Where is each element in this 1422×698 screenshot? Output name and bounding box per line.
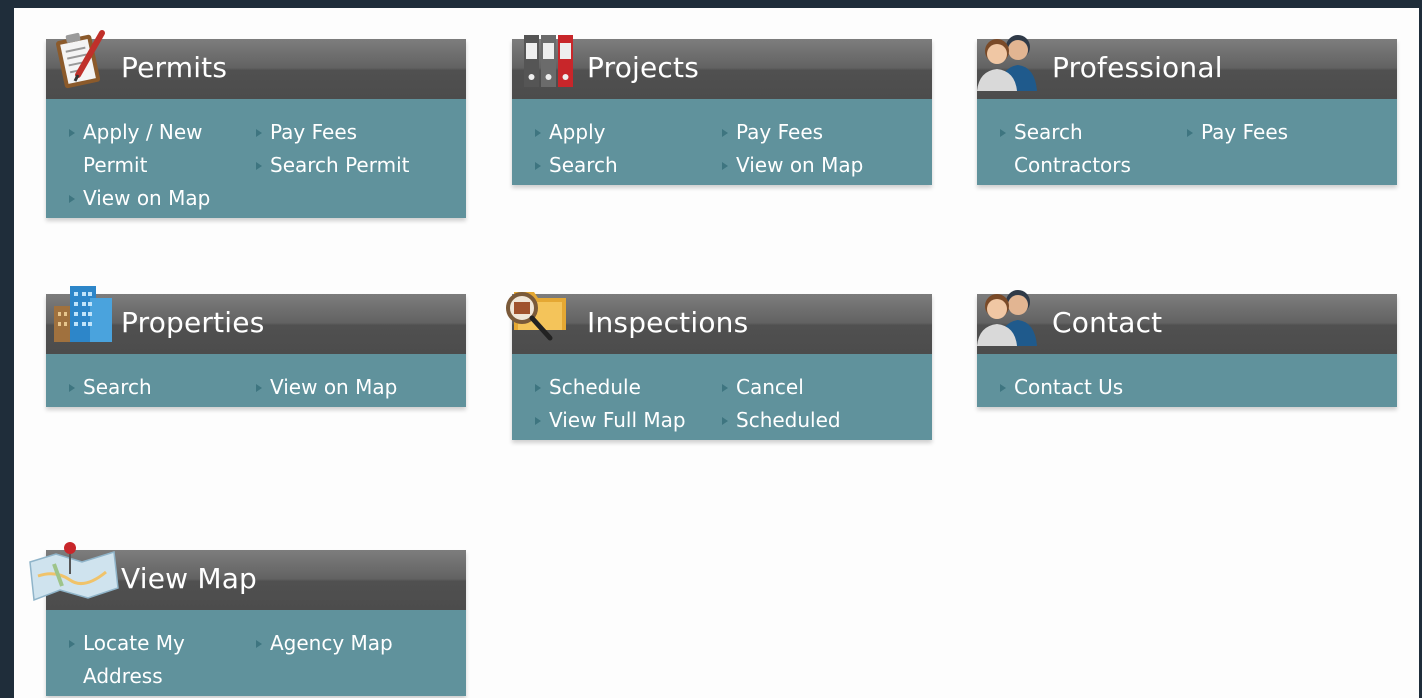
search-label: Search [549,153,618,177]
properties-links: Search View on Map [46,354,466,407]
view-on-map-label: View on Map [270,375,398,399]
projects-header: Projects [512,35,932,99]
pay-fees-label: Pay Fees [1201,120,1289,144]
view-on-map-label: View on Map [83,186,211,210]
page-content: Permits Apply / New Permit Pay Fees View… [14,8,1419,698]
binders-icon [522,33,576,95]
cancel-label: Cancel [736,375,804,399]
search-permit-label: Search Permit [270,153,410,177]
permits-card: Permits Apply / New Permit Pay Fees View… [46,30,466,218]
permits-header: Permits [46,30,466,99]
contact-us-label: Contact Us [1014,375,1124,399]
people-icon [975,284,1041,352]
inspections-card: Inspections Schedule Cancel View Full Ma… [506,292,932,440]
pay-fees-link[interactable]: Pay Fees [1186,116,1381,182]
contact-links: Contact Us [977,354,1397,407]
folder-magnifier-icon [500,284,576,352]
map-pin-icon [26,540,122,610]
apply-label: Apply [549,120,606,144]
permits-links: Apply / New Permit Pay Fees View on Map … [46,99,466,218]
scheduled-label: Scheduled [736,408,841,432]
view-full-map-link[interactable]: View Full Map [534,404,721,437]
view-full-map-label: View Full Map [549,408,686,432]
agency-map-label: Agency Map [270,631,393,655]
view-map-title: View Map [121,562,258,595]
professional-title: Professional [1052,51,1223,84]
view-on-map-link[interactable]: View on Map [68,182,255,215]
inspections-links: Schedule Cancel View Full Map Scheduled [512,354,932,440]
projects-card: Projects Apply Pay Fees Search View on M… [512,35,932,185]
locate-my-address-label: Locate My Address [83,631,185,688]
agency-map-link[interactable]: Agency Map [255,627,450,693]
professional-card: Professional Search Contractors Pay Fees [977,35,1397,185]
inspections-title: Inspections [587,306,749,339]
locate-my-address-link[interactable]: Locate My Address [68,627,255,693]
search-link[interactable]: Search [68,371,255,404]
inspections-header: Inspections [506,292,932,354]
apply-link[interactable]: Apply [534,116,721,149]
pay-fees-link[interactable]: Pay Fees [721,116,916,149]
view-on-map-link[interactable]: View on Map [255,371,450,404]
professional-header: Professional [977,35,1397,99]
view-on-map-link[interactable]: View on Map [721,149,916,182]
professional-links: Search Contractors Pay Fees [977,99,1397,185]
clipboard-icon [52,25,110,95]
apply-new-permit-label: Apply / New Permit [83,120,203,177]
contact-title: Contact [1052,306,1163,339]
projects-links: Apply Pay Fees Search View on Map [512,99,932,185]
view-map-card: View Map Locate My Address Agency Map [29,542,466,696]
properties-header: Properties [46,286,466,354]
people-icon [975,29,1041,97]
pay-fees-label: Pay Fees [736,120,824,144]
schedule-label: Schedule [549,375,641,399]
search-contractors-link[interactable]: Search Contractors [999,116,1186,182]
buildings-icon [50,282,116,348]
view-on-map-label: View on Map [736,153,864,177]
properties-title: Properties [121,306,265,339]
contact-header: Contact [977,290,1397,354]
search-permit-link[interactable]: Search Permit [255,149,450,215]
contact-us-link[interactable]: Contact Us [999,371,1186,404]
contact-card: Contact Contact Us [977,290,1397,407]
permits-title: Permits [121,51,228,84]
projects-title: Projects [587,51,699,84]
view-map-links: Locate My Address Agency Map [46,610,466,696]
apply-new-permit-link[interactable]: Apply / New Permit [68,116,255,182]
search-label: Search [83,375,152,399]
cancel-link[interactable]: Cancel [721,371,916,404]
search-link[interactable]: Search [534,149,721,182]
search-contractors-label: Search Contractors [1014,120,1131,177]
view-map-header: View Map [29,542,466,610]
schedule-link[interactable]: Schedule [534,371,721,404]
properties-card: Properties Search View on Map [46,286,466,407]
scheduled-link[interactable]: Scheduled [721,404,916,437]
pay-fees-label: Pay Fees [270,120,358,144]
